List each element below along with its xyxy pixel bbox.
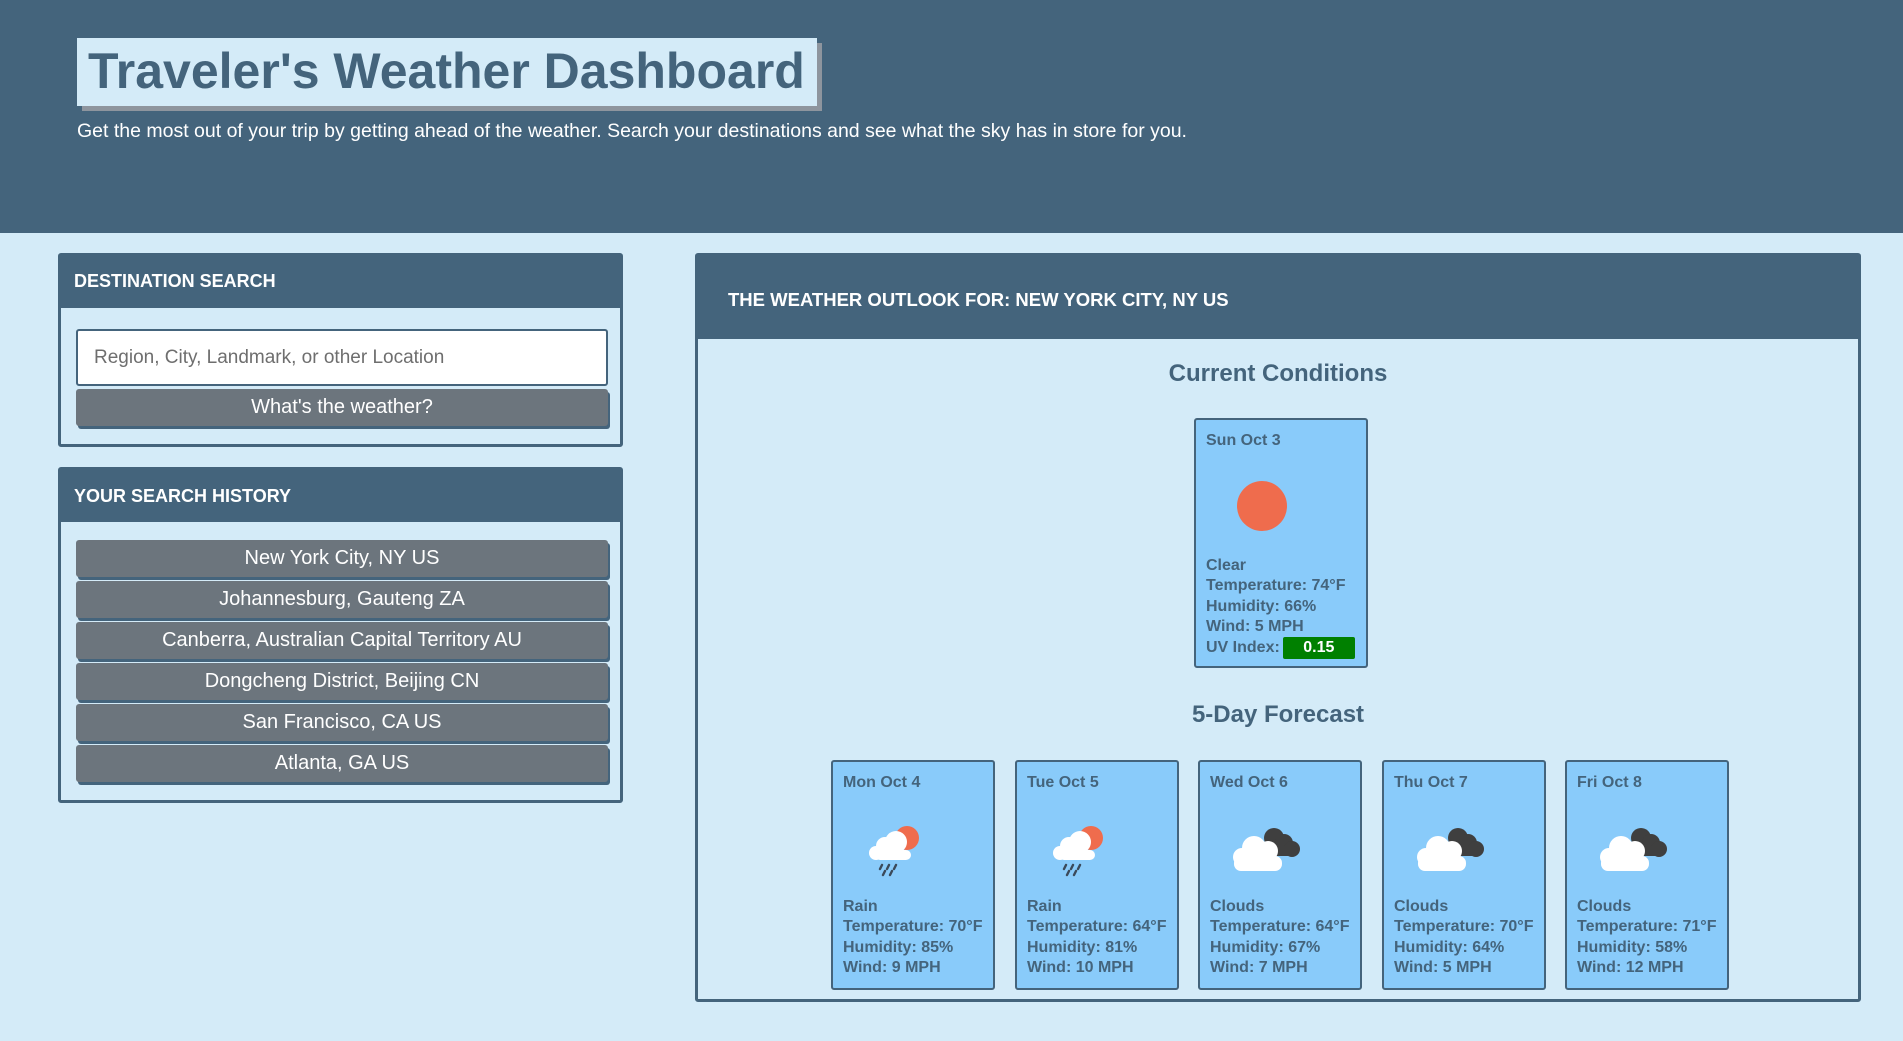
- card-temperature: Temperature: 70°F: [843, 918, 983, 936]
- history-item-button[interactable]: San Francisco, CA US: [76, 704, 608, 741]
- weather-outlook-heading: The Weather Outlook For: New York City, …: [698, 256, 1858, 339]
- destination-search-panel: Destination Search What's the weather?: [58, 253, 623, 447]
- forecast-card: Mon Oct 4 Rain Temperature: 70°F Humidit…: [831, 760, 995, 990]
- current-weather-card: Sun Oct 3 Clear Temperature: 74°F Humidi…: [1194, 418, 1368, 668]
- current-conditions-title: Current Conditions: [1168, 360, 1388, 387]
- forecast-card: Fri Oct 8 Clouds Temperature: 71°F Humid…: [1565, 760, 1729, 990]
- card-date: Wed Oct 6: [1210, 774, 1288, 791]
- forecast-title: 5-Day Forecast: [1191, 701, 1365, 728]
- uv-index-label: UV Index:: [1206, 639, 1280, 657]
- rain-icon: [1053, 826, 1103, 877]
- forecast-card: Wed Oct 6 Clouds Temperature: 64°F Humid…: [1198, 760, 1362, 990]
- title-box: Traveler's Weather Dashboard: [77, 38, 817, 106]
- card-condition: Clouds: [1394, 898, 1449, 915]
- card-date: Sun Oct 3: [1206, 432, 1281, 449]
- card-date: Thu Oct 7: [1394, 774, 1468, 791]
- clouds-icon: [1233, 828, 1300, 871]
- history-item-button[interactable]: Atlanta, GA US: [76, 745, 608, 782]
- forecast-card: Tue Oct 5 Rain Temperature: 64°F Humidit…: [1015, 760, 1179, 990]
- card-condition: Clouds: [1210, 898, 1265, 915]
- card-wind: Wind: 10 MPH: [1027, 958, 1134, 976]
- history-item-button[interactable]: Canberra, Australian Capital Territory A…: [76, 622, 608, 659]
- weather-outlook-panel: The Weather Outlook For: New York City, …: [695, 253, 1861, 1002]
- card-uv-row: UV Index: 0.15: [1206, 637, 1355, 660]
- card-temperature: Temperature: 71°F: [1577, 918, 1717, 936]
- clouds-icon: [1600, 828, 1667, 871]
- card-condition: Clear: [1206, 557, 1247, 574]
- card-condition: Rain: [843, 898, 878, 915]
- search-history-heading: Your Search History: [61, 470, 620, 522]
- card-date: Mon Oct 4: [843, 774, 921, 791]
- card-humidity: Humidity: 81%: [1027, 938, 1138, 956]
- card-temperature: Temperature: 70°F: [1394, 918, 1534, 936]
- card-wind: Wind: 12 MPH: [1577, 958, 1684, 976]
- forecast-card: Thu Oct 7 Clouds Temperature: 70°F Humid…: [1382, 760, 1546, 990]
- uv-index-badge: 0.15: [1282, 637, 1355, 660]
- card-temperature: Temperature: 74°F: [1206, 577, 1346, 595]
- page-subtitle: Get the most out of your trip by getting…: [77, 120, 1187, 142]
- card-date: Tue Oct 5: [1027, 774, 1099, 791]
- card-humidity: Humidity: 64%: [1394, 938, 1505, 956]
- page-header: Traveler's Weather Dashboard Get the mos…: [0, 0, 1903, 233]
- search-history-panel: Your Search History New York City, NY US…: [58, 467, 623, 803]
- card-temperature: Temperature: 64°F: [1027, 918, 1167, 936]
- destination-search-heading: Destination Search: [61, 256, 620, 308]
- card-humidity: Humidity: 85%: [843, 938, 954, 956]
- card-humidity: Humidity: 58%: [1577, 938, 1688, 956]
- card-temperature: Temperature: 64°F: [1210, 918, 1350, 936]
- card-date: Fri Oct 8: [1577, 774, 1642, 791]
- card-wind: Wind: 7 MPH: [1210, 958, 1308, 976]
- card-humidity: Humidity: 66%: [1206, 597, 1317, 615]
- history-item-button[interactable]: New York City, NY US: [76, 540, 608, 577]
- sun-icon: [1237, 481, 1287, 531]
- history-item-button[interactable]: Johannesburg, Gauteng ZA: [76, 581, 608, 618]
- card-wind: Wind: 5 MPH: [1394, 958, 1492, 976]
- page-title: Traveler's Weather Dashboard: [88, 43, 805, 99]
- search-weather-button[interactable]: What's the weather?: [76, 389, 608, 426]
- history-item-button[interactable]: Dongcheng District, Beijing CN: [76, 663, 608, 700]
- card-condition: Clouds: [1577, 898, 1632, 915]
- card-wind: Wind: 9 MPH: [843, 958, 941, 976]
- clouds-icon: [1417, 828, 1484, 871]
- card-wind: Wind: 5 MPH: [1206, 617, 1304, 635]
- location-search-input[interactable]: [76, 329, 608, 386]
- rain-icon: [869, 826, 919, 877]
- card-condition: Rain: [1027, 898, 1062, 915]
- card-humidity: Humidity: 67%: [1210, 938, 1321, 956]
